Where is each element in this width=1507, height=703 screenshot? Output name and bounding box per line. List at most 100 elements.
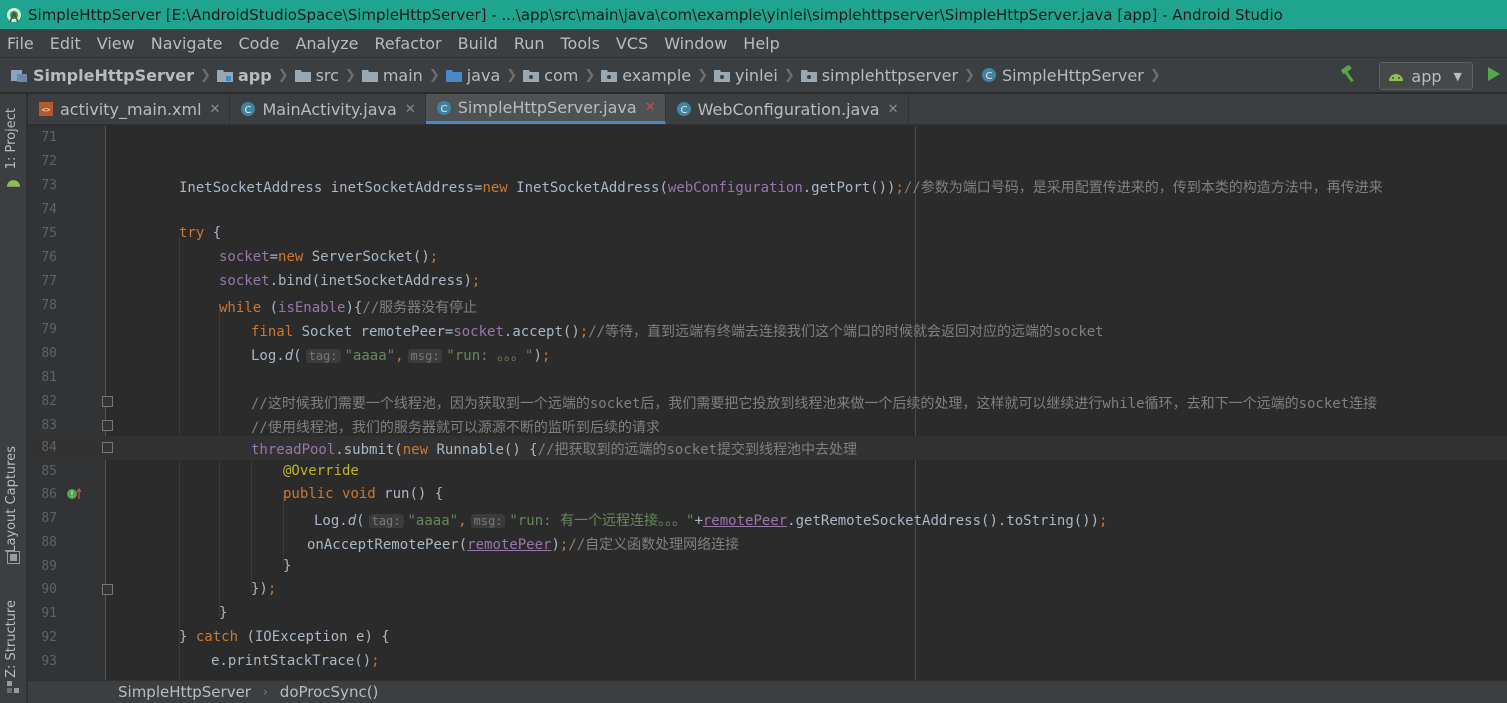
code-line-current: 84 threadPool.submit(new Runnable() {//把… bbox=[28, 436, 1507, 460]
breadcrumb-label: src bbox=[315, 65, 339, 85]
code-line: 93 e.printStackTrace(); bbox=[28, 650, 1507, 674]
structure-tool-tab[interactable]: Z: Structure bbox=[4, 600, 19, 678]
breadcrumb-item[interactable]: example ❯ bbox=[601, 66, 708, 85]
tab-label: activity_main.xml bbox=[60, 99, 202, 119]
chevron-right-icon: › bbox=[262, 685, 268, 699]
code-text: } catch (IOException e) { bbox=[179, 629, 390, 645]
fold-marker-icon[interactable] bbox=[102, 442, 113, 453]
project-tool-tab[interactable]: 1: Project bbox=[4, 108, 19, 169]
menu-help[interactable]: Help bbox=[743, 34, 779, 53]
override-gutter-icon[interactable]: ! bbox=[66, 487, 82, 505]
package-icon bbox=[523, 68, 540, 82]
line-number: 74 bbox=[41, 202, 57, 217]
run-icon[interactable] bbox=[1487, 66, 1501, 86]
code-text: socket.bind(inetSocketAddress); bbox=[219, 273, 481, 289]
param-hint: msg: bbox=[470, 514, 506, 528]
close-icon[interactable]: ✕ bbox=[210, 102, 221, 117]
code-breadcrumb-class[interactable]: SimpleHttpServer bbox=[118, 683, 251, 701]
code-text: public void run() { bbox=[283, 486, 444, 502]
code-line: 74 bbox=[28, 198, 1507, 222]
menu-view[interactable]: View bbox=[97, 34, 135, 53]
breadcrumb-item[interactable]: src ❯ bbox=[294, 65, 356, 85]
svg-text:C: C bbox=[440, 104, 447, 115]
breadcrumb-item[interactable]: simplehttpserver ❯ bbox=[800, 66, 975, 85]
close-icon[interactable]: ✕ bbox=[405, 102, 416, 117]
menu-file[interactable]: File bbox=[7, 34, 34, 53]
menu-tools[interactable]: Tools bbox=[561, 34, 600, 53]
line-number: 88 bbox=[41, 535, 57, 550]
code-line: 91 } bbox=[28, 602, 1507, 626]
line-number: 80 bbox=[41, 346, 57, 361]
xml-file-icon: <> bbox=[38, 101, 54, 117]
line-number: 82 bbox=[41, 394, 57, 409]
editor-tabs: <> activity_main.xml ✕ C MainActivity.ja… bbox=[28, 94, 1507, 125]
code-line: 85 @Override bbox=[28, 460, 1507, 484]
breadcrumb-label: main bbox=[382, 65, 423, 85]
line-number: 71 bbox=[41, 130, 57, 145]
layout-captures-tool-tab[interactable]: Layout Captures bbox=[4, 446, 19, 553]
code-line: 78 while (isEnable){//服务器没有停止 bbox=[28, 294, 1507, 318]
code-editor[interactable]: 71 72 73 InetSocketAddress inetSocketAdd… bbox=[28, 126, 1507, 680]
close-icon[interactable]: ✕ bbox=[645, 100, 656, 115]
class-icon: C bbox=[436, 100, 452, 116]
project-icon bbox=[10, 67, 28, 83]
tab-label: WebConfiguration.java bbox=[697, 99, 880, 119]
code-line: 80 Log.d(tag: "aaaa", msg: "run: 。。。"); bbox=[28, 342, 1507, 366]
code-text: }); bbox=[251, 581, 277, 597]
menu-navigate[interactable]: Navigate bbox=[151, 34, 223, 53]
code-text: } bbox=[283, 558, 292, 574]
code-line: 72 bbox=[28, 150, 1507, 174]
code-text: try { bbox=[179, 225, 222, 241]
code-text: while (isEnable){//服务器没有停止 bbox=[219, 300, 478, 316]
breadcrumb-item[interactable]: com ❯ bbox=[523, 66, 595, 85]
android-icon bbox=[6, 174, 21, 192]
breadcrumb-item[interactable]: main ❯ bbox=[361, 65, 440, 85]
code-breadcrumb-method[interactable]: doProcSync() bbox=[280, 683, 379, 701]
menu-analyze[interactable]: Analyze bbox=[295, 34, 358, 53]
code-text: threadPool.submit(new Runnable() {//把获取到… bbox=[251, 442, 858, 458]
folder-icon bbox=[294, 68, 311, 82]
breadcrumb-label: SimpleHttpServer bbox=[33, 65, 195, 85]
menu-vcs[interactable]: VCS bbox=[616, 34, 648, 53]
source-folder-icon bbox=[445, 68, 462, 82]
breadcrumb-item[interactable]: java ❯ bbox=[445, 66, 517, 85]
close-icon[interactable]: ✕ bbox=[888, 102, 899, 117]
breadcrumb-item[interactable]: app ❯ bbox=[216, 66, 289, 85]
breadcrumb-item[interactable]: SimpleHttpServer ❯ bbox=[10, 66, 211, 85]
fold-marker-icon[interactable] bbox=[102, 584, 113, 595]
tab-label: MainActivity.java bbox=[262, 99, 397, 119]
param-hint: tag: bbox=[305, 349, 341, 363]
line-number: 83 bbox=[41, 418, 57, 433]
breadcrumb-label: SimpleHttpServer bbox=[1001, 65, 1144, 85]
module-folder-icon bbox=[216, 68, 233, 82]
tab-web-configuration[interactable]: C WebConfiguration.java ✕ bbox=[666, 94, 909, 124]
line-number: 76 bbox=[41, 250, 57, 265]
breadcrumb-label: yinlei bbox=[735, 65, 778, 85]
left-tool-bar: 1: Project Layout Captures Z: Structure bbox=[0, 94, 27, 703]
menu-edit[interactable]: Edit bbox=[50, 34, 81, 53]
menu-refactor[interactable]: Refactor bbox=[375, 34, 442, 53]
tab-main-activity[interactable]: C MainActivity.java ✕ bbox=[230, 94, 426, 124]
menu-code[interactable]: Code bbox=[239, 34, 280, 53]
line-number: 75 bbox=[41, 226, 57, 241]
code-line: 86 ! public void run() { bbox=[28, 483, 1507, 507]
line-number: 73 bbox=[41, 178, 57, 193]
fold-marker-icon[interactable] bbox=[102, 420, 113, 431]
build-hammer-icon[interactable] bbox=[1339, 64, 1359, 87]
tab-activity-main-xml[interactable]: <> activity_main.xml ✕ bbox=[28, 94, 231, 124]
svg-text:C: C bbox=[680, 105, 687, 116]
run-config-label: app bbox=[1411, 66, 1442, 86]
captures-icon bbox=[7, 550, 20, 568]
breadcrumb-item[interactable]: C SimpleHttpServer ❯ bbox=[981, 66, 1161, 85]
tab-simple-http-server[interactable]: C SimpleHttpServer.java ✕ bbox=[425, 94, 666, 124]
code-text: } bbox=[219, 605, 228, 621]
code-line: 76 socket=new ServerSocket(); bbox=[28, 246, 1507, 270]
toolbar-right: app ▼ bbox=[1339, 58, 1507, 94]
svg-text:C: C bbox=[985, 71, 992, 82]
run-config-select[interactable]: app ▼ bbox=[1379, 62, 1473, 90]
breadcrumb-item[interactable]: yinlei ❯ bbox=[714, 66, 795, 85]
fold-marker-icon[interactable] bbox=[102, 396, 113, 407]
menu-run[interactable]: Run bbox=[514, 34, 545, 53]
menu-build[interactable]: Build bbox=[458, 34, 498, 53]
menu-window[interactable]: Window bbox=[664, 34, 727, 53]
